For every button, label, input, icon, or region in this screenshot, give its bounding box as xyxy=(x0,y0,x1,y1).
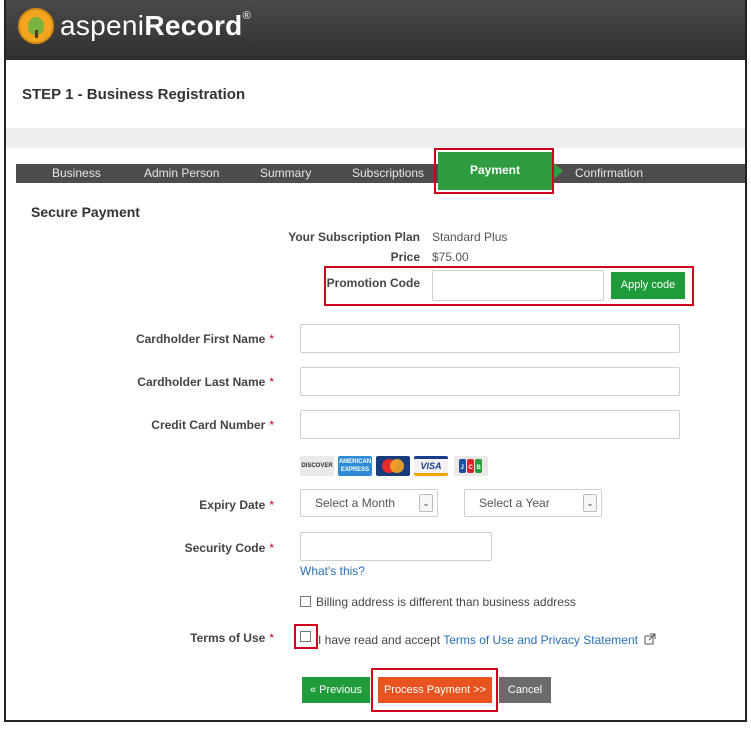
cancel-button[interactable]: Cancel xyxy=(499,677,551,703)
aspen-leaf-icon xyxy=(18,8,54,44)
mastercard-circles xyxy=(382,459,404,473)
last-name-field[interactable] xyxy=(300,367,680,396)
security-code-label: Security Code * xyxy=(184,541,274,555)
card-number-field[interactable] xyxy=(300,410,680,439)
mastercard-icon xyxy=(376,456,410,476)
top-bar: aspeniRecord® xyxy=(6,0,745,60)
security-code-field[interactable] xyxy=(300,532,492,561)
tab-summary[interactable]: Summary xyxy=(260,164,311,183)
expiry-label: Expiry Date * xyxy=(199,498,274,512)
svg-text:B: B xyxy=(477,465,482,471)
divider-band xyxy=(6,128,745,148)
expiry-month-select[interactable]: Select a Month ⌄ xyxy=(300,489,438,517)
browser-frame: aspeniRecord® STEP 1 - Business Registra… xyxy=(4,0,747,722)
previous-button[interactable]: « Previous xyxy=(302,677,370,703)
page-title: STEP 1 - Business Registration xyxy=(22,86,246,103)
billing-checkbox[interactable] xyxy=(300,596,311,607)
chevron-down-icon: ⌄ xyxy=(583,494,597,512)
price-value: $75.00 xyxy=(432,250,469,264)
tab-confirmation[interactable]: Confirmation xyxy=(575,164,643,183)
terms-checkbox[interactable] xyxy=(300,631,311,642)
jcb-card-icon: J C B xyxy=(454,456,488,476)
section-title: Secure Payment xyxy=(31,204,140,220)
card-number-label: Credit Card Number * xyxy=(151,418,274,432)
apply-code-button[interactable]: Apply code xyxy=(611,272,685,299)
tab-subscriptions[interactable]: Subscriptions xyxy=(352,164,424,183)
price-label: Price xyxy=(390,250,420,264)
svg-text:J: J xyxy=(461,465,464,471)
external-link-icon xyxy=(644,633,656,645)
plan-value: Standard Plus xyxy=(432,230,508,244)
highlight-payment-tab xyxy=(434,148,554,194)
last-name-label: Cardholder Last Name * xyxy=(137,375,274,389)
expiry-month-value: Select a Month xyxy=(315,496,396,510)
promo-label: Promotion Code xyxy=(326,276,420,290)
discover-card-icon: DISCOVER xyxy=(300,456,334,476)
plan-label: Your Subscription Plan xyxy=(288,230,420,244)
terms-text-before: I have read and accept xyxy=(318,633,444,647)
first-name-label: Cardholder First Name * xyxy=(135,332,274,346)
first-name-field[interactable] xyxy=(300,324,680,353)
logo-text: aspeniRecord® xyxy=(60,10,251,41)
terms-text: I have read and accept Terms of Use and … xyxy=(318,633,656,647)
step-tabs: Business Admin Person Summary Subscripti… xyxy=(16,164,745,183)
expiry-year-select[interactable]: Select a Year ⌄ xyxy=(464,489,602,517)
tab-business[interactable]: Business xyxy=(52,164,101,183)
process-payment-button[interactable]: Process Payment >> xyxy=(378,677,492,703)
svg-text:C: C xyxy=(469,465,474,471)
app-logo[interactable]: aspeniRecord® xyxy=(18,8,251,44)
terms-link[interactable]: Terms of Use and Privacy Statement xyxy=(443,633,638,647)
chevron-down-icon: ⌄ xyxy=(419,494,433,512)
billing-checkbox-label: Billing address is different than busine… xyxy=(316,595,576,609)
whats-this-link[interactable]: What's this? xyxy=(300,564,365,578)
visa-card-icon: VISA xyxy=(414,456,448,476)
promo-code-input[interactable] xyxy=(432,270,604,301)
jcb-stripes: J C B xyxy=(459,459,482,473)
expiry-year-value: Select a Year xyxy=(479,496,550,510)
amex-card-icon: AMERICAN EXPRESS xyxy=(338,456,372,476)
terms-label: Terms of Use * xyxy=(190,631,274,645)
tab-admin-person[interactable]: Admin Person xyxy=(144,164,219,183)
